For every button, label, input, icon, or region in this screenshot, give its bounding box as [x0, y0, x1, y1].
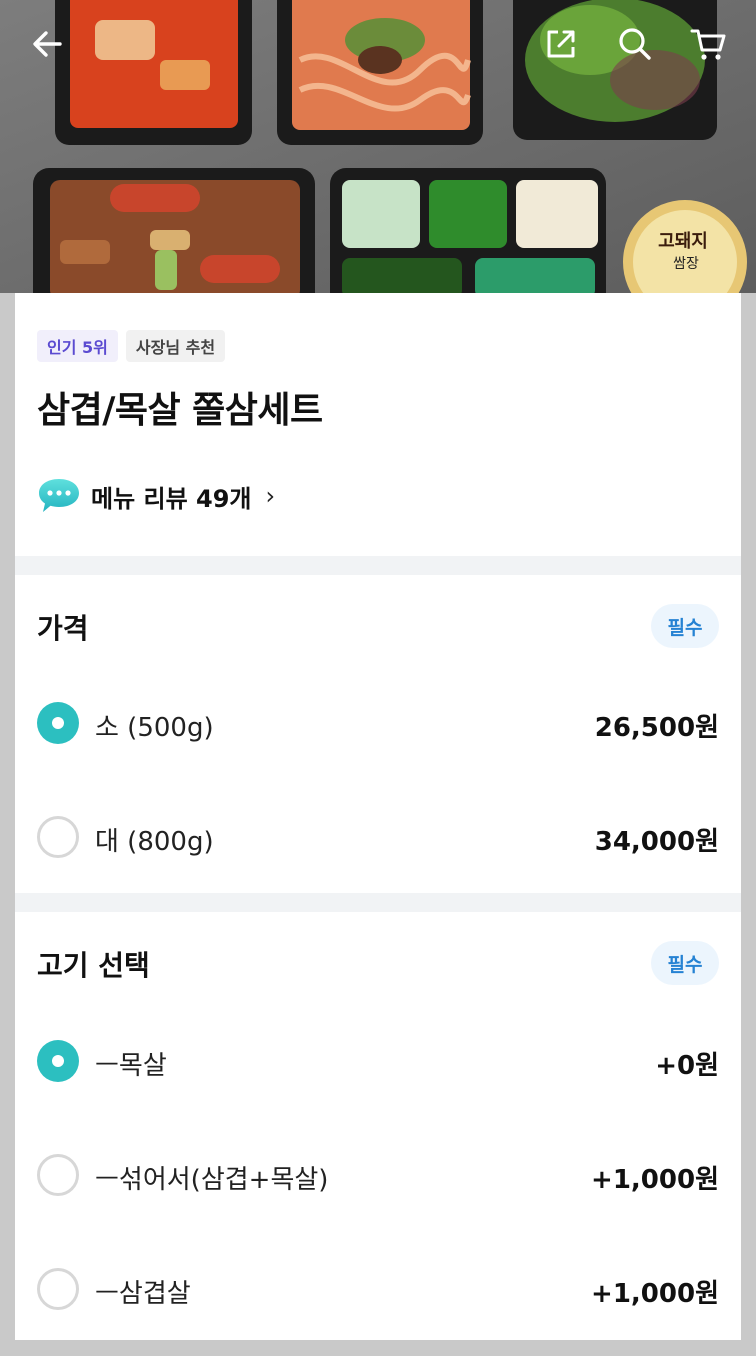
badge-row: 인기 5위 사장님 추천 — [37, 330, 226, 362]
review-count-label: 메뉴 리뷰 49개 — [91, 484, 252, 513]
share-icon — [547, 30, 575, 58]
radio-selected[interactable] — [37, 1040, 79, 1082]
price-option-large[interactable]: 대 (800g) 34,000원 — [15, 807, 741, 867]
section-divider — [15, 556, 741, 575]
owner-pick-badge: 사장님 추천 — [125, 330, 226, 362]
option-label: 소 (500g) — [95, 713, 214, 743]
cart-icon — [690, 29, 726, 60]
top-bar — [0, 0, 756, 88]
required-badge: 필수 — [651, 604, 719, 648]
meat-section-title: 고기 선택 — [37, 949, 150, 982]
back-arrow-icon — [33, 31, 62, 57]
sauce-brand-text: 고돼지 — [658, 231, 708, 252]
meat-option-neck[interactable]: ㅡ목살 +0원 — [15, 1031, 741, 1091]
back-button[interactable] — [23, 20, 71, 68]
option-label: 대 (800g) — [95, 827, 214, 857]
search-icon — [619, 28, 651, 60]
radio-unselected[interactable] — [37, 1154, 79, 1196]
meat-option-mixed[interactable]: ㅡ섞어서(삼겹+목살) +1,000원 — [15, 1145, 741, 1205]
option-label: ㅡ삼겹살 — [95, 1279, 191, 1309]
popular-rank-badge: 인기 5위 — [37, 330, 118, 362]
sauce-label-text: 쌈장 — [673, 256, 699, 272]
speech-bubble-icon — [39, 479, 79, 512]
chevron-right-icon: › — [265, 482, 276, 510]
radio-unselected[interactable] — [37, 1268, 79, 1310]
menu-info-card: 인기 5위 사장님 추천 삼겹/목살 쫄삼세트 메뉴 리뷰 49개 › — [15, 293, 741, 556]
option-label: ㅡ목살 — [95, 1051, 167, 1081]
menu-title: 삼겹/목살 쫄삼세트 — [37, 390, 323, 431]
menu-review-link[interactable]: 메뉴 리뷰 49개 › — [37, 476, 275, 516]
price-option-small[interactable]: 소 (500g) 26,500원 — [15, 693, 741, 753]
option-price: 26,500원 — [594, 713, 719, 743]
price-section-title: 가격 — [37, 612, 89, 645]
option-price: +1,000원 — [591, 1279, 719, 1309]
radio-unselected[interactable] — [37, 816, 79, 858]
search-button[interactable] — [611, 20, 659, 68]
required-badge: 필수 — [651, 941, 719, 985]
option-price: +1,000원 — [591, 1165, 719, 1195]
option-price: +0원 — [655, 1051, 719, 1081]
option-label: ㅡ섞어서(삼겹+목살) — [95, 1165, 329, 1195]
radio-selected[interactable] — [37, 702, 79, 744]
meat-choice-section: 고기 선택 필수 ㅡ목살 +0원 ㅡ섞어서(삼겹+목살) +1,000원 ㅡ삼겹… — [15, 912, 741, 1340]
cart-button[interactable] — [684, 20, 732, 68]
share-button[interactable] — [537, 20, 585, 68]
meat-option-belly[interactable]: ㅡ삼겹살 +1,000원 — [15, 1259, 741, 1319]
price-section: 가격 필수 소 (500g) 26,500원 대 (800g) 34,000원 — [15, 575, 741, 893]
option-price: 34,000원 — [594, 827, 719, 857]
section-divider — [15, 893, 741, 912]
